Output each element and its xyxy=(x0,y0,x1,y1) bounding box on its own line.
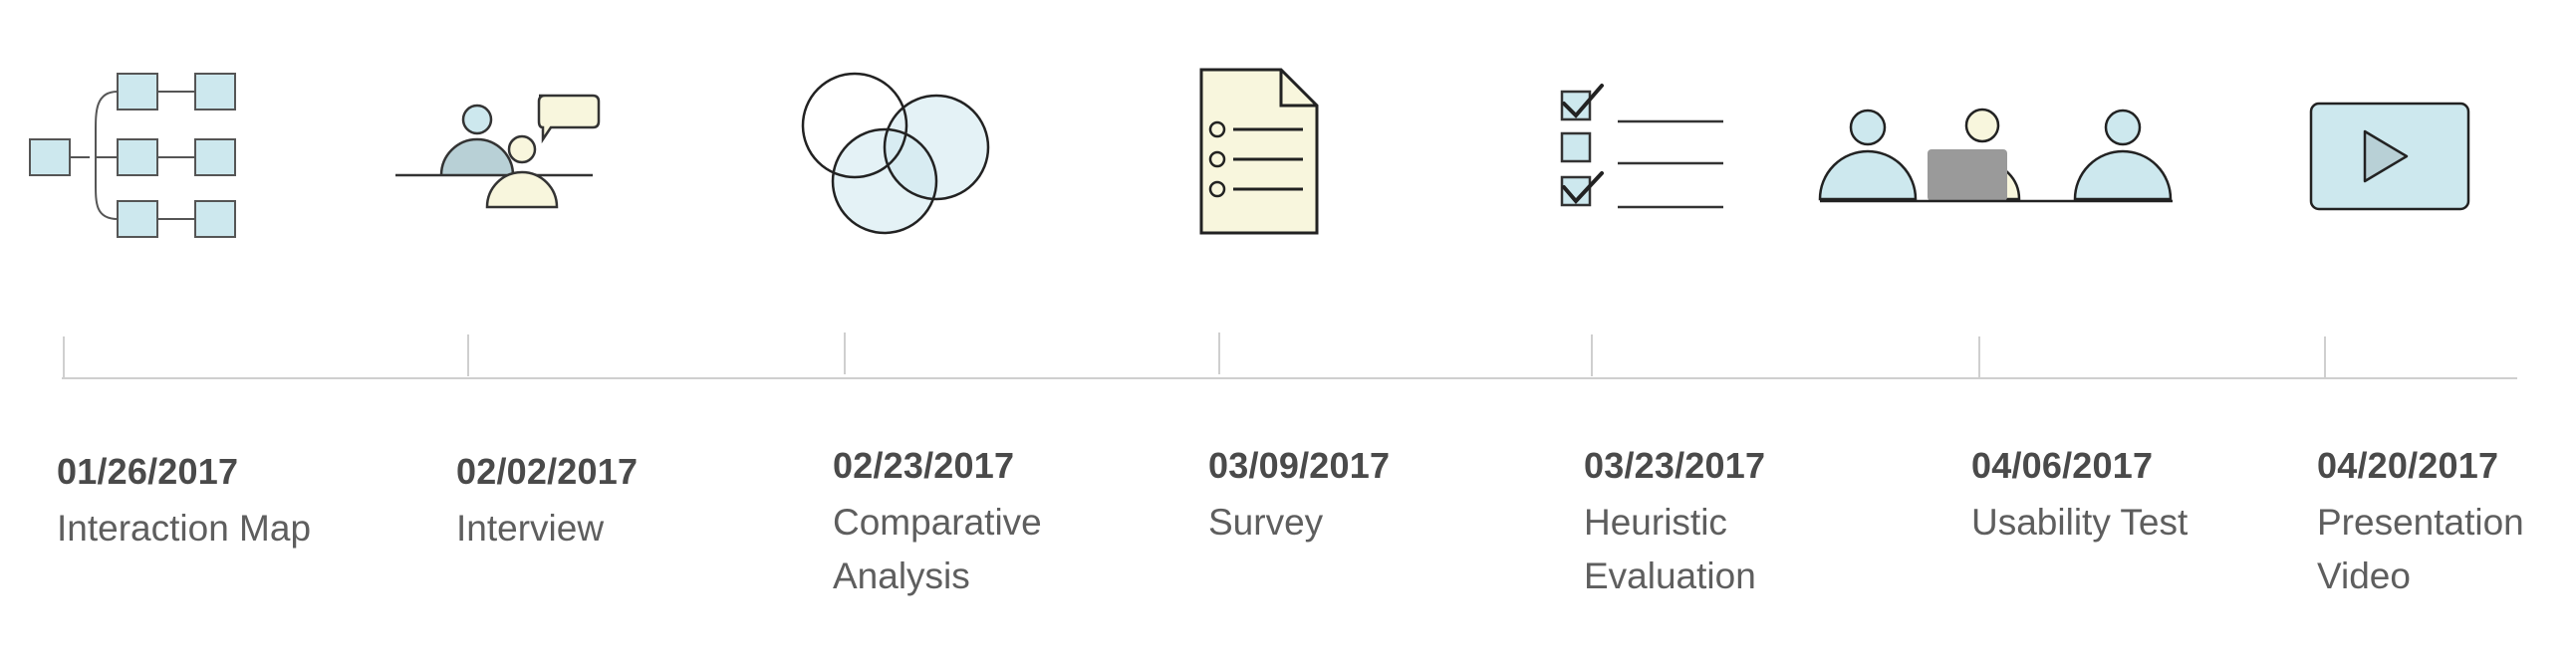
milestone-date: 04/20/2017 xyxy=(2317,445,2499,486)
video-play-icon xyxy=(2309,102,2470,211)
milestone-label: Presentation Video xyxy=(2317,502,2524,596)
timeline-tick xyxy=(1978,336,1980,378)
milestone-usability-test: 04/06/2017 Usability Test xyxy=(1971,444,2230,550)
timeline-tick xyxy=(1591,334,1593,376)
milestone-label: Survey xyxy=(1208,502,1324,543)
survey-document-icon xyxy=(1199,68,1319,235)
milestone-interaction-map: 01/26/2017 Interaction Map xyxy=(57,450,316,555)
milestone-survey: 03/09/2017 Survey xyxy=(1208,444,1467,550)
interaction-map-icon xyxy=(29,73,236,238)
milestone-label: Interview xyxy=(456,508,605,549)
milestone-date: 02/23/2017 xyxy=(833,445,1015,486)
usability-test-icon xyxy=(1818,108,2173,203)
timeline-tick xyxy=(1218,332,1220,374)
milestone-comparative-analysis: 02/23/2017 Comparative Analysis xyxy=(833,444,1092,603)
milestone-heuristic-evaluation: 03/23/2017 Heuristic Evaluation xyxy=(1584,444,1843,603)
venn-diagram-icon xyxy=(801,72,990,235)
milestone-date: 01/26/2017 xyxy=(57,451,239,492)
milestone-date: 04/06/2017 xyxy=(1971,445,2154,486)
timeline-tick xyxy=(63,336,65,378)
milestone-date: 03/23/2017 xyxy=(1584,445,1766,486)
timeline-tick xyxy=(844,332,846,374)
timeline-axis xyxy=(62,377,2517,379)
milestone-presentation-video: 04/20/2017 Presentation Video xyxy=(2317,444,2576,603)
milestone-label: Heuristic Evaluation xyxy=(1584,502,1756,596)
milestone-date: 02/02/2017 xyxy=(456,451,639,492)
milestone-interview: 02/02/2017 Interview xyxy=(456,450,715,555)
milestone-date: 03/09/2017 xyxy=(1208,445,1391,486)
milestone-label: Comparative Analysis xyxy=(833,502,1042,596)
timeline-tick xyxy=(467,334,469,376)
milestone-label: Usability Test xyxy=(1971,502,2189,543)
timeline-canvas: 01/26/2017 Interaction Map 02/02/2017 In… xyxy=(0,0,2576,665)
interview-icon xyxy=(395,94,601,209)
timeline-tick xyxy=(2324,336,2326,378)
checklist-icon xyxy=(1560,84,1723,209)
milestone-label: Interaction Map xyxy=(57,508,312,549)
